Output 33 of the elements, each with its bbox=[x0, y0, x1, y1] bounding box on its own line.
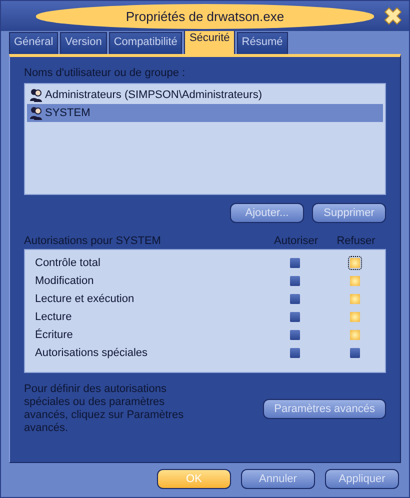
deny-checkbox[interactable] bbox=[348, 256, 362, 270]
deny-checkbox[interactable] bbox=[348, 346, 362, 360]
allow-checkbox[interactable] bbox=[288, 328, 302, 342]
close-icon[interactable] bbox=[383, 6, 403, 26]
advanced-hint: Pour définir des autorisations spéciales ou des paramètres avancés, cliquez sur Paramètres avancés. bbox=[24, 383, 185, 435]
column-header: Autoriser bbox=[272, 235, 320, 247]
permissions-label: Autorisations pour SYSTEM bbox=[24, 235, 162, 247]
users-icon bbox=[29, 106, 43, 120]
allow-checkbox[interactable] bbox=[288, 346, 302, 360]
column-header: Refuser bbox=[336, 235, 376, 247]
permission-name: Modification bbox=[35, 275, 95, 287]
tab[interactable]: Général bbox=[9, 32, 58, 54]
user-item[interactable]: Administrateurs (SIMPSON\Administrateurs) bbox=[27, 86, 383, 104]
permission-name: Écriture bbox=[35, 329, 74, 341]
deny-checkbox[interactable] bbox=[348, 328, 362, 342]
allow-checkbox[interactable] bbox=[288, 292, 302, 306]
deny-checkbox[interactable] bbox=[348, 274, 362, 288]
allow-checkbox[interactable] bbox=[288, 256, 302, 270]
tab[interactable]: Compatibilité bbox=[108, 32, 182, 54]
permission-name: Lecture et exécution bbox=[35, 293, 136, 305]
permission-name: Contrôle total bbox=[35, 257, 102, 269]
deny-checkbox[interactable] bbox=[348, 292, 362, 306]
tab[interactable]: Résumé bbox=[236, 32, 288, 54]
users-label: Noms d'utilisateur ou de groupe : bbox=[24, 67, 186, 79]
allow-checkbox[interactable] bbox=[288, 310, 302, 324]
users-icon bbox=[29, 88, 43, 102]
permission-name: Autorisations spéciales bbox=[35, 347, 149, 359]
deny-checkbox[interactable] bbox=[348, 310, 362, 324]
permission-name: Lecture bbox=[35, 311, 73, 323]
allow-checkbox[interactable] bbox=[288, 274, 302, 288]
user-item[interactable]: SYSTEM bbox=[27, 104, 383, 122]
window-title: Propriétés de drwatson.exe bbox=[36, 4, 374, 28]
tab[interactable]: Version bbox=[60, 32, 107, 54]
